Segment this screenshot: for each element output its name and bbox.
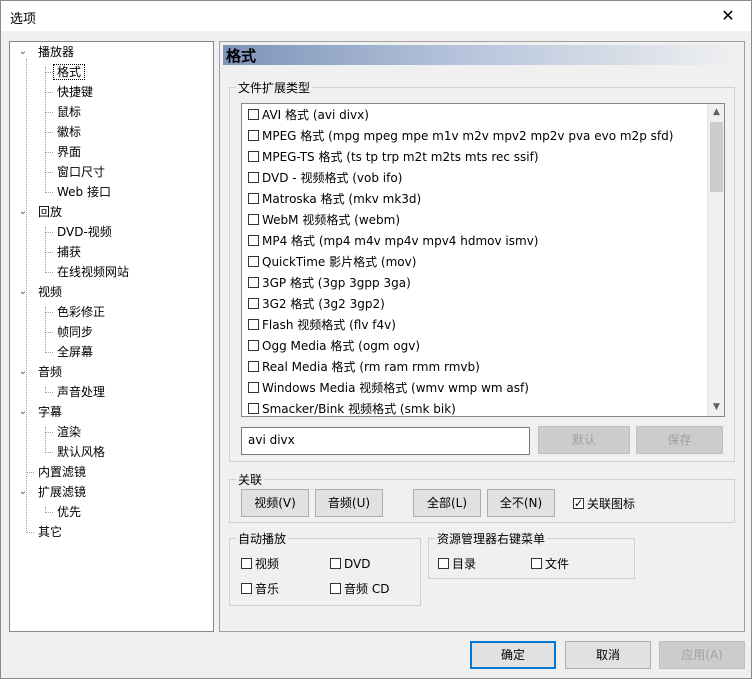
- tree-item-mouse[interactable]: 鼠标: [54, 103, 84, 121]
- ok-button[interactable]: 确定: [470, 641, 556, 669]
- checkbox[interactable]: [248, 298, 259, 309]
- checkbox[interactable]: [248, 130, 259, 141]
- checkbox[interactable]: [248, 193, 259, 204]
- checkbox[interactable]: [248, 151, 259, 162]
- list-item[interactable]: MPEG-TS 格式 (ts tp trp m2t m2ts mts rec s…: [248, 147, 539, 168]
- tree-item-keys[interactable]: 快捷键: [54, 83, 96, 101]
- tree-item-video[interactable]: ⌄ 视频: [19, 283, 65, 301]
- window-title: 选项: [10, 12, 37, 27]
- expand-chevron-icon[interactable]: ⌄: [17, 403, 29, 421]
- format-list[interactable]: AVI 格式 (avi divx) MPEG 格式 (mpg mpeg mpe …: [241, 103, 725, 417]
- list-item[interactable]: WebM 视频格式 (webm): [248, 210, 400, 231]
- autoplay-video-checkbox[interactable]: 视频: [241, 555, 279, 573]
- tree-item-misc[interactable]: 其它: [35, 523, 65, 541]
- tree-item-logo[interactable]: 徽标: [54, 123, 84, 141]
- scroll-up-icon[interactable]: ▲: [708, 104, 724, 121]
- save-button[interactable]: 保存: [636, 426, 723, 454]
- expand-chevron-icon[interactable]: ⌄: [17, 283, 29, 301]
- tree-item-playback[interactable]: ⌄ 回放: [19, 203, 65, 221]
- tree-item-online-video[interactable]: 在线视频网站: [54, 263, 132, 281]
- autoplay-group-title: 自动播放: [236, 530, 289, 547]
- tree-item-window-size[interactable]: 窗口尺寸: [54, 163, 108, 181]
- apply-button[interactable]: 应用(A): [659, 641, 745, 669]
- tree-item-formats[interactable]: 格式: [52, 63, 86, 81]
- formats-page: 格式 文件扩展类型 AVI 格式 (avi divx) MPEG 格式 (mpg…: [219, 41, 745, 632]
- assoc-none-button[interactable]: 全不(N): [487, 489, 555, 517]
- list-item[interactable]: Real Media 格式 (rm ram rmm rmvb): [248, 357, 480, 378]
- list-item[interactable]: 3GP 格式 (3gp 3gpp 3ga): [248, 273, 411, 294]
- tree-item-internal-filters[interactable]: 内置滤镜: [35, 463, 89, 481]
- list-item[interactable]: MP4 格式 (mp4 m4v mp4v mpv4 hdmov ismv): [248, 231, 538, 252]
- close-icon[interactable]: ✕: [705, 1, 751, 31]
- checkbox[interactable]: [248, 235, 259, 246]
- tree-item-rendering[interactable]: 渲染: [54, 423, 84, 441]
- checkbox[interactable]: [248, 214, 259, 225]
- checkbox[interactable]: [248, 403, 259, 414]
- page-title: 格式: [226, 47, 257, 65]
- tree-item-color-correction[interactable]: 色彩修正: [54, 303, 108, 321]
- list-item[interactable]: AVI 格式 (avi divx): [248, 105, 369, 126]
- autoplay-dvd-checkbox[interactable]: DVD: [330, 555, 370, 573]
- checkbox[interactable]: [248, 340, 259, 351]
- list-item[interactable]: Smacker/Bink 视频格式 (smk bik): [248, 399, 456, 416]
- scroll-down-icon[interactable]: ▼: [708, 399, 724, 416]
- checkbox[interactable]: [248, 361, 259, 372]
- scrollbar-thumb[interactable]: [710, 122, 723, 192]
- default-button[interactable]: 默认: [538, 426, 630, 454]
- tree-item-priority[interactable]: 优先: [54, 503, 84, 521]
- assoc-video-button[interactable]: 视频(V): [241, 489, 309, 517]
- tree-item-audio[interactable]: ⌄ 音频: [19, 363, 65, 381]
- cancel-button[interactable]: 取消: [565, 641, 651, 669]
- expand-chevron-icon[interactable]: ⌄: [17, 203, 29, 221]
- assoc-icons-checkbox[interactable]: 关联图标: [573, 495, 635, 513]
- list-item[interactable]: Matroska 格式 (mkv mk3d): [248, 189, 421, 210]
- explorer-menu-group-title: 资源管理器右键菜单: [435, 530, 548, 547]
- list-scrollbar[interactable]: ▲ ▼: [707, 104, 724, 416]
- tree-item-fullscreen[interactable]: 全屏幕: [54, 343, 96, 361]
- checkbox[interactable]: [248, 319, 259, 330]
- tree-item-web-interface[interactable]: Web 接口: [54, 183, 114, 201]
- options-dialog: 选项 ✕ ⌄ 播放器 格式 快捷键 鼠标 徽标 界面 窗口尺寸 Web 接口 ⌄…: [0, 0, 752, 679]
- checkbox[interactable]: [248, 172, 259, 183]
- tree-item-default-style[interactable]: 默认风格: [54, 443, 108, 461]
- autoplay-audio-cd-checkbox[interactable]: 音频 CD: [330, 580, 389, 598]
- title-bar: 选项 ✕: [1, 1, 751, 31]
- list-item[interactable]: MPEG 格式 (mpg mpeg mpe m1v m2v mpv2 mp2v …: [248, 126, 673, 147]
- list-item[interactable]: Flash 视频格式 (flv f4v): [248, 315, 396, 336]
- assoc-audio-button[interactable]: 音频(U): [315, 489, 383, 517]
- explorer-directory-checkbox[interactable]: 目录: [438, 555, 476, 573]
- list-item[interactable]: Windows Media 视频格式 (wmv wmp wm asf): [248, 378, 529, 399]
- options-tree[interactable]: ⌄ 播放器 格式 快捷键 鼠标 徽标 界面 窗口尺寸 Web 接口 ⌄ 回放 DVD…: [9, 41, 214, 632]
- extensions-input[interactable]: avi divx: [241, 427, 530, 455]
- assoc-all-button[interactable]: 全部(L): [413, 489, 481, 517]
- tree-item-sound-processing[interactable]: 声音处理: [54, 383, 108, 401]
- tree-item-capture[interactable]: 捕获: [54, 243, 84, 261]
- file-ext-group-title: 文件扩展类型: [236, 79, 313, 96]
- expand-chevron-icon[interactable]: ⌄: [17, 43, 29, 61]
- list-item[interactable]: Ogg Media 格式 (ogm ogv): [248, 336, 420, 357]
- list-item[interactable]: 3G2 格式 (3g2 3gp2): [248, 294, 385, 315]
- page-header: 格式: [223, 45, 739, 65]
- expand-chevron-icon[interactable]: ⌄: [17, 363, 29, 381]
- check-icon[interactable]: [573, 495, 584, 513]
- list-item[interactable]: DVD - 视频格式 (vob ifo): [248, 168, 402, 189]
- checkbox[interactable]: [248, 256, 259, 267]
- tree-item-subtitles[interactable]: ⌄ 字幕: [19, 403, 65, 421]
- autoplay-music-checkbox[interactable]: 音乐: [241, 580, 279, 598]
- expand-chevron-icon[interactable]: ⌄: [17, 483, 29, 501]
- tree-item-dvd-video[interactable]: DVD-视频: [54, 223, 115, 241]
- tree-item-player[interactable]: ⌄ 播放器: [19, 43, 77, 61]
- association-group-title: 关联: [236, 471, 265, 488]
- list-item[interactable]: QuickTime 影片格式 (mov): [248, 252, 416, 273]
- tree-item-sync[interactable]: 帧同步: [54, 323, 96, 341]
- tree-item-external-filters[interactable]: ⌄ 扩展滤镜: [19, 483, 89, 501]
- tree-item-interface[interactable]: 界面: [54, 143, 84, 161]
- checkbox[interactable]: [248, 382, 259, 393]
- explorer-file-checkbox[interactable]: 文件: [531, 555, 569, 573]
- checkbox[interactable]: [248, 277, 259, 288]
- checkbox[interactable]: [248, 109, 259, 120]
